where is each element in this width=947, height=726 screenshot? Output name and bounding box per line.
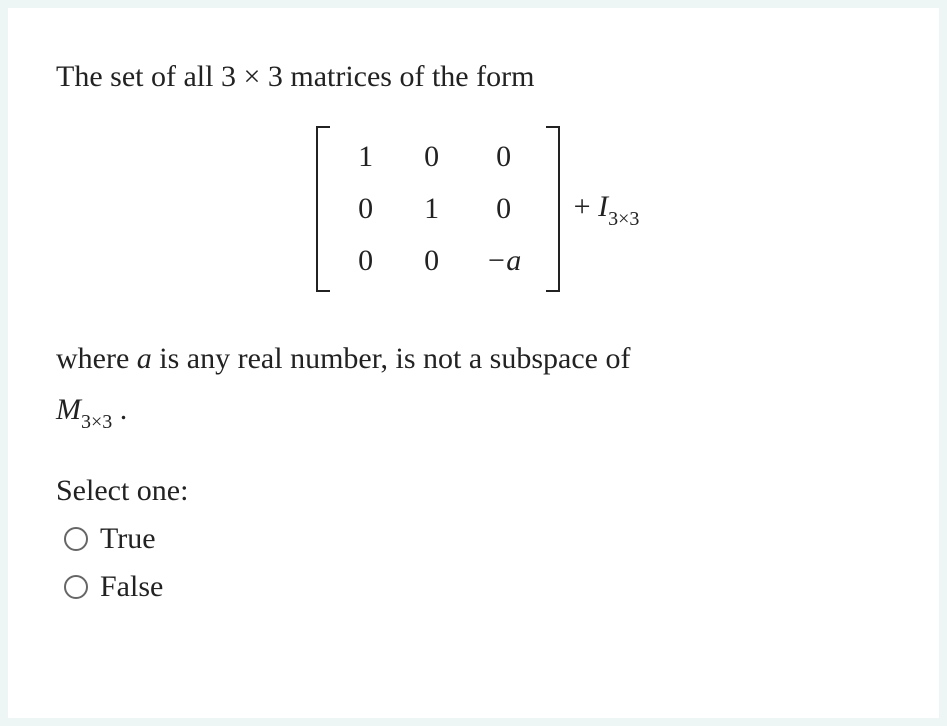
option-false-label: False (100, 570, 163, 604)
plus-sign: + (574, 190, 598, 223)
radio-icon[interactable] (64, 527, 88, 551)
matrix-cell: 1 (408, 194, 456, 224)
matrix-brackets: 1 0 0 0 1 0 0 0 −a (316, 126, 560, 292)
question-text-line3: M3×3 . (56, 389, 899, 434)
options-group: True False (56, 522, 899, 604)
matrix-cell: 0 (474, 194, 534, 224)
variable-a: a (137, 342, 152, 375)
option-false[interactable]: False (64, 570, 899, 604)
line2-post: is any real number, is not a subspace of (152, 342, 631, 375)
matrix-cell: 0 (342, 194, 390, 224)
matrix-cell: 0 (408, 142, 456, 172)
matrix-cell: 0 (408, 246, 456, 276)
space-M: M (56, 393, 81, 426)
matrix-cell: 0 (474, 142, 534, 172)
radio-icon[interactable] (64, 575, 88, 599)
option-true[interactable]: True (64, 522, 899, 556)
question-text-line1: The set of all 3 × 3 matrices of the for… (56, 56, 899, 98)
plus-identity: + I3×3 (574, 190, 640, 229)
matrix-grid: 1 0 0 0 1 0 0 0 −a (338, 132, 538, 286)
matrix-cell: 1 (342, 142, 390, 172)
question-card: The set of all 3 × 3 matrices of the for… (8, 8, 939, 718)
identity-I: I (598, 190, 608, 223)
space-M-subscript: 3×3 (81, 411, 112, 433)
matrix-cell: −a (474, 246, 534, 276)
matrix-cell: 0 (342, 246, 390, 276)
line2-pre: where (56, 342, 137, 375)
select-one-prompt: Select one: (56, 474, 899, 508)
line3-end: . (112, 393, 127, 426)
identity-subscript: 3×3 (608, 208, 639, 230)
matrix-expression: 1 0 0 0 1 0 0 0 −a + I3×3 (56, 126, 899, 292)
question-text-line2: where a is any real number, is not a sub… (56, 336, 899, 383)
option-true-label: True (100, 522, 156, 556)
